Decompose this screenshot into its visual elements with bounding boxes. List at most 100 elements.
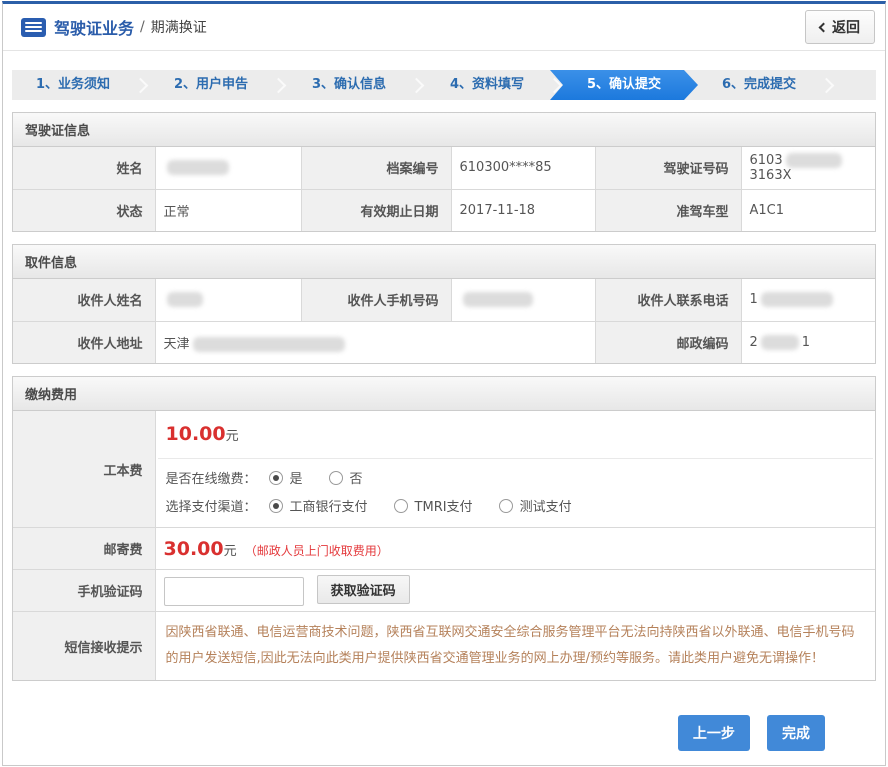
channel-option-test[interactable]: 测试支付 xyxy=(499,496,572,515)
recipient-name-label: 收件人姓名 xyxy=(13,279,155,321)
radio-selected-icon[interactable] xyxy=(269,471,283,485)
radio-selected-icon[interactable] xyxy=(269,499,283,513)
step-wizard: 1、业务须知 2、用户申告 3、确认信息 4、资料填写 5、确认提交 6、完成提… xyxy=(12,70,876,100)
redaction-blur xyxy=(761,335,799,350)
main-panel: 驾驶证业务 / 期满换证 返回 1、业务须知 2、用户申告 3、确认信息 4、资… xyxy=(2,1,886,766)
postage-amount: 30.00 xyxy=(164,538,224,560)
license-info-section: 驾驶证信息 姓名 档案编号 610300****85 驾驶证号码 6103316… xyxy=(12,112,876,232)
back-button-label: 返回 xyxy=(832,17,860,37)
sms-code-input[interactable] xyxy=(164,577,304,606)
channel-option-tmri[interactable]: TMRI支付 xyxy=(394,496,473,515)
file-no-label: 档案编号 xyxy=(301,147,451,189)
pay-channel-label: 选择支付渠道： xyxy=(166,496,257,515)
license-no-label: 驾驶证号码 xyxy=(595,147,741,189)
redaction-blur xyxy=(193,337,345,352)
name-label: 姓名 xyxy=(13,147,155,189)
status-label: 状态 xyxy=(13,189,155,231)
sms-code-cell: 获取验证码 xyxy=(155,570,875,612)
postage-note: （邮政人员上门收取费用） xyxy=(245,544,389,558)
payment-table: 工本费 10.00元 是否在线缴费： 是 否 xyxy=(13,411,875,680)
breadcrumb-current: 期满换证 xyxy=(151,17,207,37)
postcode-value: 21 xyxy=(741,321,875,363)
card-fee-cell: 10.00元 是否在线缴费： 是 否 xyxy=(155,411,875,528)
chevron-left-icon xyxy=(819,22,829,32)
pickup-info-table: 收件人姓名 收件人手机号码 收件人联系电话 1 收件人地址 天津 邮政编码 21 xyxy=(13,279,875,363)
page-header: 驾驶证业务 / 期满换证 返回 xyxy=(3,4,885,51)
expiry-label: 有效期止日期 xyxy=(301,189,451,231)
radio-unselected-icon[interactable] xyxy=(394,499,408,513)
radio-unselected-icon[interactable] xyxy=(499,499,513,513)
radio-unselected-icon[interactable] xyxy=(329,471,343,485)
card-fee-amount: 10.00 xyxy=(166,423,226,445)
wizard-filler xyxy=(836,70,876,100)
sms-tip-cell: 因陕西省联通、电信运营商技术问题，陕西省互联网交通安全综合服务管理平台无法向持陕… xyxy=(155,612,875,681)
table-row: 邮寄费 30.00元 （邮政人员上门收取费用） xyxy=(13,528,875,570)
license-section-title: 驾驶证信息 xyxy=(13,113,875,147)
postage-label: 邮寄费 xyxy=(13,528,155,570)
table-row: 姓名 档案编号 610300****85 驾驶证号码 61033163X xyxy=(13,147,875,189)
license-info-table: 姓名 档案编号 610300****85 驾驶证号码 61033163X 状态 … xyxy=(13,147,875,231)
name-value-redacted xyxy=(155,147,301,189)
redaction-blur xyxy=(167,292,203,307)
pickup-info-section: 取件信息 收件人姓名 收件人手机号码 收件人联系电话 1 收件人地址 天津 邮政… xyxy=(12,244,876,364)
recipient-mobile-value-redacted xyxy=(451,279,595,321)
postage-cell: 30.00元 （邮政人员上门收取费用） xyxy=(155,528,875,570)
step-separator-icon xyxy=(272,70,288,100)
step-separator-icon xyxy=(134,70,150,100)
step-3-confirm-info: 3、确认信息 xyxy=(288,70,410,100)
redaction-blur xyxy=(761,292,833,307)
radio-label: 否 xyxy=(350,468,363,487)
back-button[interactable]: 返回 xyxy=(805,10,875,44)
recipient-phone-label: 收件人联系电话 xyxy=(595,279,741,321)
recipient-mobile-label: 收件人手机号码 xyxy=(301,279,451,321)
online-pay-label: 是否在线缴费： xyxy=(166,468,257,487)
recipient-address-label: 收件人地址 xyxy=(13,321,155,363)
channel-option-icbc[interactable]: 工商银行支付 xyxy=(269,496,368,515)
online-pay-option-no[interactable]: 否 xyxy=(329,468,363,487)
recipient-phone-value: 1 xyxy=(741,279,875,321)
vehicle-class-label: 准驾车型 xyxy=(595,189,741,231)
license-card-icon xyxy=(21,18,46,37)
page-title: 驾驶证业务 xyxy=(54,15,134,39)
step-4-fill-materials: 4、资料填写 xyxy=(426,70,548,100)
redaction-blur xyxy=(786,153,842,168)
step-6-complete-submit: 6、完成提交 xyxy=(698,70,820,100)
table-row: 手机验证码 获取验证码 xyxy=(13,570,875,612)
pay-channel-row: 选择支付渠道： 工商银行支付 TMRI支付 测试支付 xyxy=(156,487,876,527)
finish-button[interactable]: 完成 xyxy=(767,715,825,751)
yuan-unit: 元 xyxy=(224,544,237,559)
sms-tip-text: 因陕西省联通、电信运营商技术问题，陕西省互联网交通安全综合服务管理平台无法向持陕… xyxy=(156,612,876,680)
previous-step-button[interactable]: 上一步 xyxy=(678,715,750,751)
redaction-blur xyxy=(167,160,229,175)
radio-label: 工商银行支付 xyxy=(290,496,368,515)
online-pay-option-yes[interactable]: 是 xyxy=(269,468,303,487)
postcode-label: 邮政编码 xyxy=(595,321,741,363)
redaction-blur xyxy=(463,292,533,307)
get-code-button[interactable]: 获取验证码 xyxy=(317,575,410,604)
table-row: 短信接收提示 因陕西省联通、电信运营商技术问题，陕西省互联网交通安全综合服务管理… xyxy=(13,612,875,681)
license-no-value: 61033163X xyxy=(741,147,875,189)
vehicle-class-value: A1C1 xyxy=(741,189,875,231)
step-1-business-notice: 1、业务须知 xyxy=(12,70,134,100)
radio-label: TMRI支付 xyxy=(415,496,473,515)
card-fee-amount-row: 10.00元 xyxy=(156,411,876,458)
footer-actions: 上一步 完成 xyxy=(3,715,885,751)
card-fee-label: 工本费 xyxy=(13,411,155,528)
table-row: 收件人地址 天津 邮政编码 21 xyxy=(13,321,875,363)
table-row: 收件人姓名 收件人手机号码 收件人联系电话 1 xyxy=(13,279,875,321)
radio-label: 是 xyxy=(290,468,303,487)
pickup-section-title: 取件信息 xyxy=(13,245,875,279)
online-pay-row: 是否在线缴费： 是 否 xyxy=(156,459,876,487)
expiry-value: 2017-11-18 xyxy=(451,189,595,231)
table-row: 状态 正常 有效期止日期 2017-11-18 准驾车型 A1C1 xyxy=(13,189,875,231)
payment-section: 缴纳费用 工本费 10.00元 是否在线缴费： 是 xyxy=(12,376,876,681)
step-separator-icon xyxy=(820,70,836,100)
file-no-value: 610300****85 xyxy=(451,147,595,189)
table-row: 工本费 10.00元 是否在线缴费： 是 否 xyxy=(13,411,875,528)
step-5-confirm-submit-active: 5、确认提交 xyxy=(550,70,698,100)
sms-tip-label: 短信接收提示 xyxy=(13,612,155,681)
radio-label: 测试支付 xyxy=(520,496,572,515)
payment-section-title: 缴纳费用 xyxy=(13,377,875,411)
step-2-user-declaration: 2、用户申告 xyxy=(150,70,272,100)
step-separator-icon xyxy=(410,70,426,100)
